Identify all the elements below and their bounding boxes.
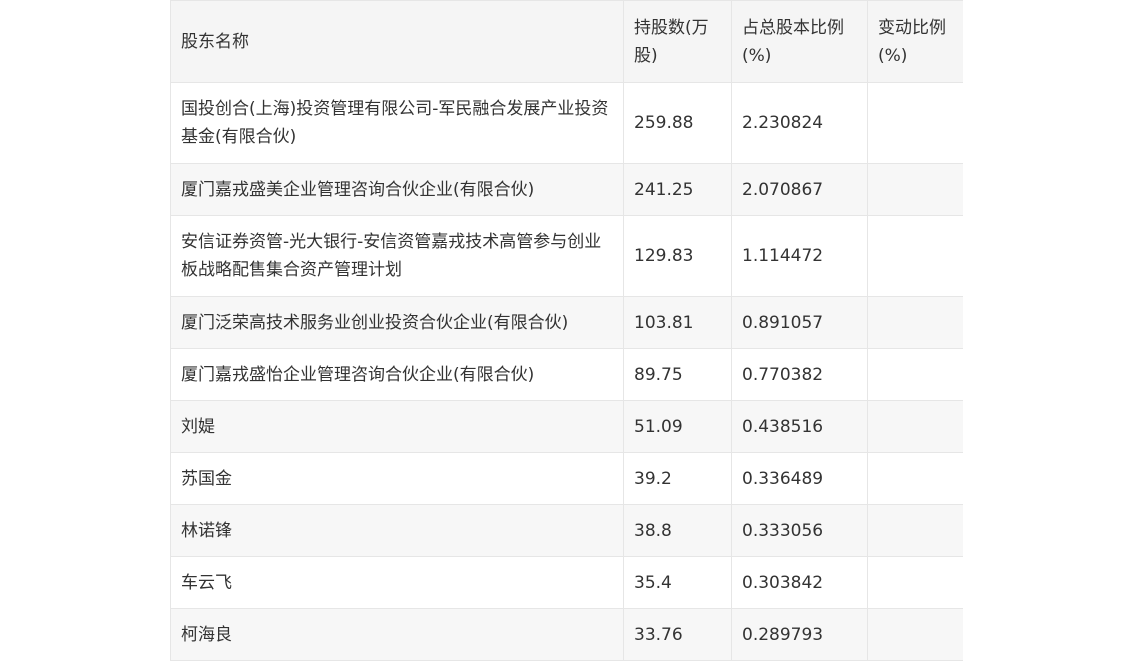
shareholder-table-container: 股东名称 持股数(万股) 占总股本比例(%) 变动比例(%) 国投创合(上海)投… [170,0,963,661]
cell-shareholder-name: 车云飞 [170,556,624,609]
table-row: 林诺锋 38.8 0.333056 [170,504,963,557]
header-shareholder-name: 股东名称 [170,0,624,83]
cell-change-ratio [867,82,963,164]
cell-change-ratio [867,608,963,661]
cell-change-ratio [867,452,963,505]
cell-shareholder-name: 厦门嘉戎盛怡企业管理咨询合伙企业(有限合伙) [170,348,624,401]
header-shares-held: 持股数(万股) [623,0,732,83]
cell-shares-held: 89.75 [623,348,732,401]
cell-share-ratio: 0.303842 [731,556,868,609]
cell-shares-held: 259.88 [623,82,732,164]
table-body: 国投创合(上海)投资管理有限公司-军民融合发展产业投资基金(有限合伙) 259.… [170,82,963,661]
cell-share-ratio: 0.438516 [731,400,868,453]
cell-shareholder-name: 厦门嘉戎盛美企业管理咨询合伙企业(有限合伙) [170,163,624,216]
cell-shareholder-name: 林诺锋 [170,504,624,557]
cell-share-ratio: 1.114472 [731,215,868,297]
cell-change-ratio [867,556,963,609]
cell-share-ratio: 2.230824 [731,82,868,164]
cell-share-ratio: 0.770382 [731,348,868,401]
cell-share-ratio: 2.070867 [731,163,868,216]
header-share-ratio: 占总股本比例(%) [731,0,868,83]
cell-shareholder-name: 刘媞 [170,400,624,453]
table-row: 厦门嘉戎盛美企业管理咨询合伙企业(有限合伙) 241.25 2.070867 [170,163,963,216]
cell-change-ratio [867,296,963,349]
cell-shareholder-name: 安信证券资管-光大银行-安信资管嘉戎技术高管参与创业板战略配售集合资产管理计划 [170,215,624,297]
table-header: 股东名称 持股数(万股) 占总股本比例(%) 变动比例(%) [170,0,963,83]
cell-shareholder-name: 苏国金 [170,452,624,505]
header-row: 股东名称 持股数(万股) 占总股本比例(%) 变动比例(%) [170,0,963,83]
cell-shares-held: 103.81 [623,296,732,349]
cell-share-ratio: 0.336489 [731,452,868,505]
table-row: 厦门泛荣高技术服务业创业投资合伙企业(有限合伙) 103.81 0.891057 [170,296,963,349]
cell-change-ratio [867,163,963,216]
cell-shares-held: 39.2 [623,452,732,505]
table-row: 车云飞 35.4 0.303842 [170,556,963,609]
shareholder-table: 股东名称 持股数(万股) 占总股本比例(%) 变动比例(%) 国投创合(上海)投… [170,0,963,661]
header-change-ratio: 变动比例(%) [867,0,963,83]
cell-change-ratio [867,400,963,453]
cell-shares-held: 38.8 [623,504,732,557]
cell-shares-held: 33.76 [623,608,732,661]
cell-shares-held: 241.25 [623,163,732,216]
cell-change-ratio [867,504,963,557]
cell-change-ratio [867,348,963,401]
table-row: 厦门嘉戎盛怡企业管理咨询合伙企业(有限合伙) 89.75 0.770382 [170,348,963,401]
cell-shares-held: 35.4 [623,556,732,609]
table-row: 刘媞 51.09 0.438516 [170,400,963,453]
table-row: 国投创合(上海)投资管理有限公司-军民融合发展产业投资基金(有限合伙) 259.… [170,82,963,164]
cell-shares-held: 51.09 [623,400,732,453]
table-row: 苏国金 39.2 0.336489 [170,452,963,505]
table-row: 柯海良 33.76 0.289793 [170,608,963,661]
cell-share-ratio: 0.289793 [731,608,868,661]
cell-shareholder-name: 柯海良 [170,608,624,661]
cell-change-ratio [867,215,963,297]
cell-shareholder-name: 厦门泛荣高技术服务业创业投资合伙企业(有限合伙) [170,296,624,349]
table-row: 安信证券资管-光大银行-安信资管嘉戎技术高管参与创业板战略配售集合资产管理计划 … [170,215,963,297]
cell-shares-held: 129.83 [623,215,732,297]
cell-share-ratio: 0.891057 [731,296,868,349]
cell-shareholder-name: 国投创合(上海)投资管理有限公司-军民融合发展产业投资基金(有限合伙) [170,82,624,164]
cell-share-ratio: 0.333056 [731,504,868,557]
